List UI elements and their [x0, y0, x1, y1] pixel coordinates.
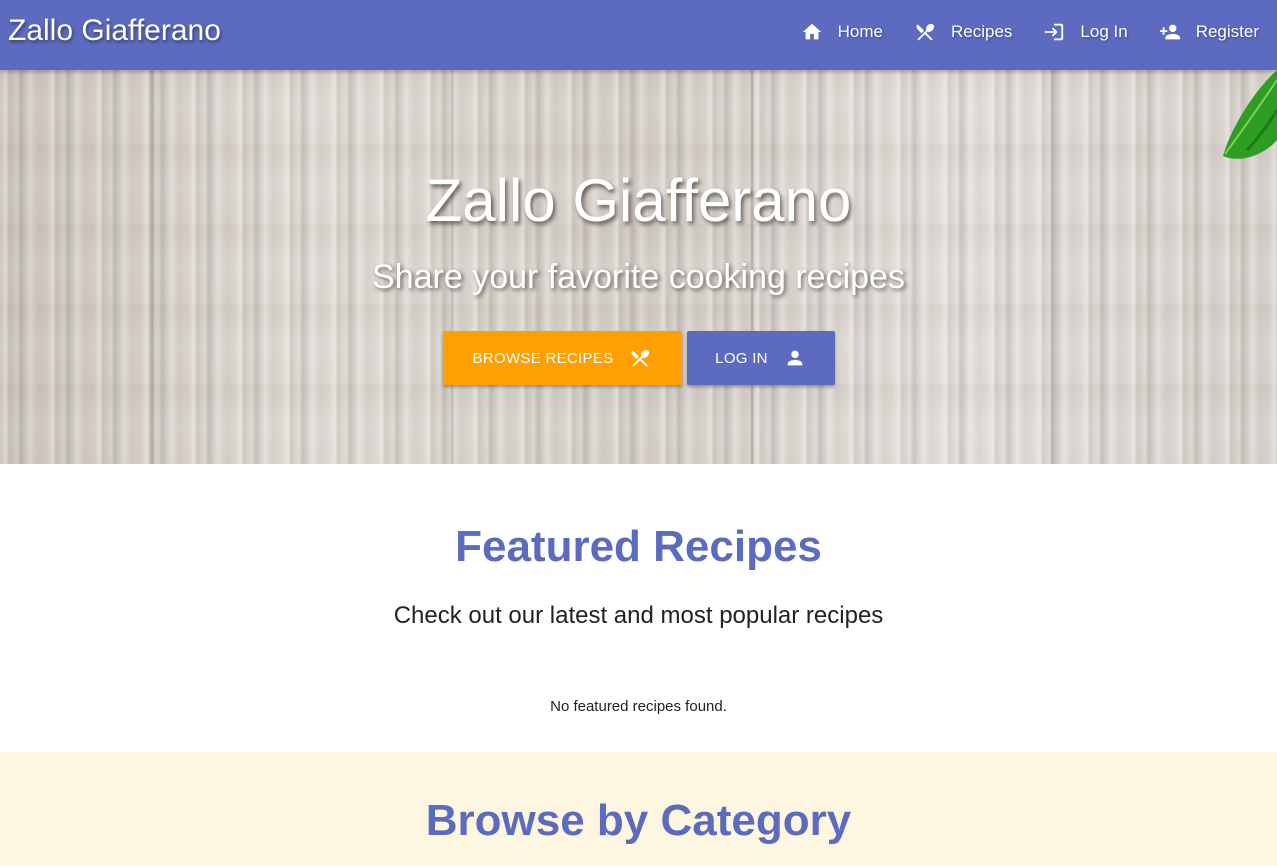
home-icon [800, 20, 824, 44]
hero-subtitle: Share your favorite cooking recipes [372, 258, 905, 296]
hero-title: Zallo Giafferano [425, 167, 852, 234]
nav-register-link[interactable]: Register [1158, 20, 1259, 44]
featured-recipes-section: Featured Recipes Check out our latest an… [0, 464, 1277, 752]
nav-home-link[interactable]: Home [800, 20, 883, 44]
browse-category-section: Browse by Category [0, 752, 1277, 866]
nav-recipes-label: Recipes [951, 22, 1013, 41]
top-navbar: Zallo Giafferano Home Recipes Log In Reg… [0, 0, 1277, 70]
hero-login-button[interactable]: LOG IN [686, 331, 835, 385]
nav-recipes-link[interactable]: Recipes [913, 20, 1012, 44]
hero-actions: BROWSE RECIPES LOG IN [0, 331, 1277, 385]
nav-login-link[interactable]: Log In [1042, 20, 1128, 44]
browse-recipes-label: BROWSE RECIPES [472, 349, 614, 367]
nav-links: Home Recipes Log In Register [770, 0, 1259, 64]
login-icon [1042, 20, 1066, 44]
browse-recipes-button[interactable]: BROWSE RECIPES [442, 331, 682, 385]
featured-subtitle: Check out our latest and most popular re… [393, 602, 884, 629]
hero-banner: Zallo Giafferano Share your favorite coo… [0, 70, 1277, 464]
nav-home-label: Home [837, 22, 883, 41]
person-icon [784, 347, 806, 369]
utensils-icon [913, 20, 937, 44]
utensils-icon [629, 347, 651, 369]
nav-register-label: Register [1195, 22, 1259, 41]
brand-link[interactable]: Zallo Giafferano [8, 14, 221, 48]
empty-featured-message: No featured recipes found. [550, 698, 727, 715]
featured-title: Featured Recipes [455, 522, 822, 571]
nav-login-label: Log In [1080, 22, 1128, 41]
category-title: Browse by Category [425, 796, 852, 845]
person-add-icon [1158, 20, 1182, 44]
leaf-decoration [1223, 70, 1277, 159]
hero-login-label: LOG IN [715, 349, 768, 367]
